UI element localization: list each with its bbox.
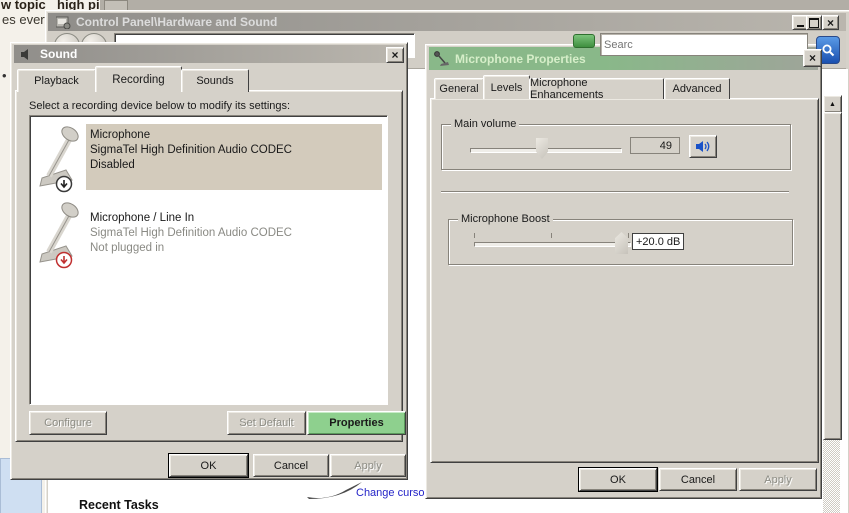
desk-microphone-icon: [39, 126, 79, 193]
recording-device-list[interactable]: Microphone SigmaTel High Definition Audi…: [29, 115, 388, 405]
ok-button[interactable]: OK: [169, 454, 248, 477]
magnifier-icon: [822, 44, 835, 57]
dialog-title: Microphone Properties: [455, 51, 586, 66]
speaker-volume-icon: [696, 141, 710, 152]
main-volume-label: Main volume: [451, 118, 520, 130]
mute-speaker-button[interactable]: [689, 135, 717, 158]
page-heading-fragment: w topic: [1, 0, 46, 12]
sound-dialog-titlebar[interactable]: Sound: [14, 45, 404, 63]
dialog-title: Sound: [40, 47, 78, 61]
main-volume-group: Main volume 49: [441, 118, 791, 170]
tab-recording[interactable]: Recording: [95, 66, 182, 92]
search-input[interactable]: [600, 33, 808, 56]
desk-microphone-icon: [39, 202, 79, 269]
device-name: Microphone / Line In: [90, 212, 195, 224]
page-bullet: •: [2, 68, 7, 83]
tab-general[interactable]: General: [434, 78, 484, 99]
apply-button[interactable]: Apply: [739, 468, 817, 491]
microphone-boost-group: Microphone Boost +20.0 dB: [448, 213, 793, 265]
window-title: Control Panel\Hardware and Sound: [76, 15, 278, 29]
sound-dialog: Sound × Playback Recording Sounds Select…: [10, 42, 408, 480]
tick: [551, 233, 552, 238]
configure-button[interactable]: Configure: [29, 411, 107, 435]
sound-close-button[interactable]: ×: [386, 47, 404, 63]
device-row-microphone[interactable]: Microphone SigmaTel High Definition Audi…: [30, 122, 385, 198]
device-name: Microphone: [90, 129, 151, 141]
background-tab[interactable]: [104, 0, 128, 10]
maximize-button[interactable]: [806, 15, 822, 30]
cancel-button[interactable]: Cancel: [253, 454, 329, 477]
ok-button[interactable]: OK: [579, 468, 657, 491]
microphone-icon: [434, 51, 449, 66]
control-panel-titlebar[interactable]: Control Panel\Hardware and Sound: [48, 13, 846, 31]
tab-levels[interactable]: Levels: [483, 75, 530, 99]
tick: [628, 233, 629, 238]
close-button[interactable]: ×: [822, 15, 839, 30]
boost-value: +20.0 dB: [632, 233, 684, 250]
tab-sounds[interactable]: Sounds: [181, 69, 249, 92]
set-default-button[interactable]: Set Default: [227, 411, 306, 435]
main-volume-slider-thumb[interactable]: [536, 138, 548, 159]
properties-button[interactable]: Properties: [307, 411, 406, 435]
mic-dialog-close-button[interactable]: ×: [803, 49, 822, 67]
apply-button[interactable]: Apply: [330, 454, 406, 477]
control-panel-icon: [56, 16, 71, 29]
device-status: Not plugged in: [90, 242, 165, 254]
device-status: Disabled: [90, 159, 135, 171]
device-description: SigmaTel High Definition Audio CODEC: [90, 144, 292, 156]
boost-slider-track[interactable]: [474, 242, 631, 247]
cancel-button[interactable]: Cancel: [659, 468, 737, 491]
scroll-up-button[interactable]: ▲: [823, 95, 842, 113]
device-description: SigmaTel High Definition Audio CODEC: [90, 227, 292, 239]
instruction-text: Select a recording device below to modif…: [29, 100, 291, 112]
scroll-up-icon: ▲: [829, 100, 836, 108]
refresh-go-icon[interactable]: [573, 34, 595, 48]
content-scrollbar[interactable]: ▲: [823, 95, 842, 513]
screen: w topic high pi es every • Control Panel…: [0, 0, 849, 513]
speaker-icon: [21, 48, 28, 60]
tab-strip: [100, 0, 849, 10]
tab-advanced[interactable]: Advanced: [664, 78, 730, 99]
tick: [474, 233, 475, 238]
tab-playback[interactable]: Playback: [17, 69, 96, 92]
recent-tasks-heading: Recent Tasks: [79, 498, 159, 512]
device-row-microphone-line-in[interactable]: Microphone / Line In SigmaTel High Defin…: [30, 198, 385, 274]
microphone-properties-dialog: Microphone Properties General Levels Mic…: [425, 44, 822, 499]
scrollbar-thumb[interactable]: [823, 112, 842, 440]
tab-microphone-enhancements[interactable]: Microphone Enhancements: [529, 77, 664, 101]
microphone-boost-label: Microphone Boost: [458, 213, 553, 225]
main-volume-value: 49: [630, 137, 680, 154]
page-text-fragment: es every: [2, 12, 52, 27]
boost-slider-thumb[interactable]: [615, 232, 628, 254]
section-separator: [441, 191, 789, 193]
